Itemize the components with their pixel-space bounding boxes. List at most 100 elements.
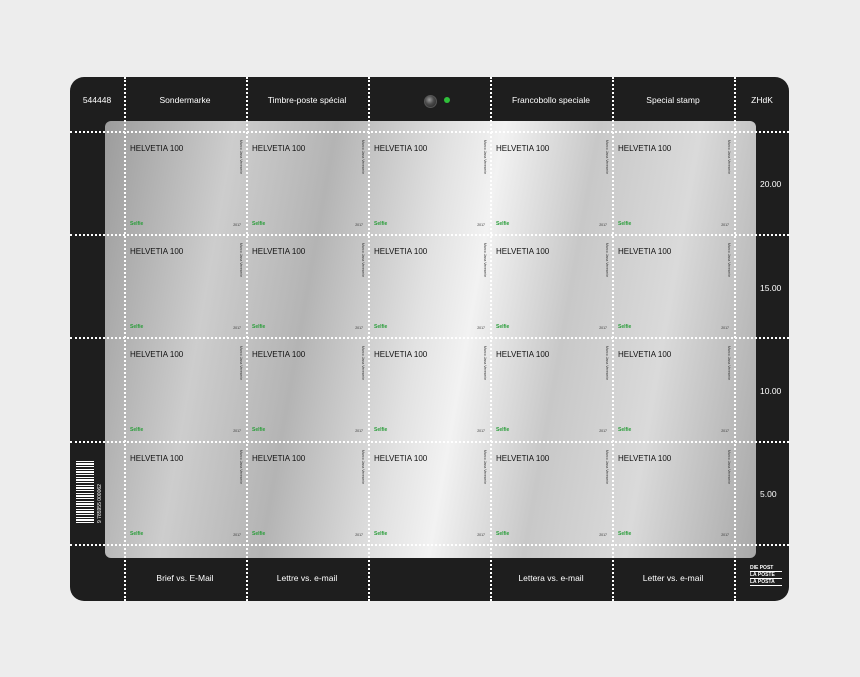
footer-label-it: Lettera vs. e-mail <box>518 573 584 583</box>
stamp-subtitle: Selfie <box>618 531 632 537</box>
stamp: HELVETIA 100 Marco Jana Vereserie Selfie 20… <box>369 442 491 545</box>
stamp-year: 2017 <box>477 429 485 433</box>
price-label: 15.00 <box>760 283 782 293</box>
sheet-number: 544448 <box>82 95 112 105</box>
stamp-title: HELVETIA 100 <box>130 454 184 463</box>
stamp: HELVETIA 100 Marco Jana Vereserie Selfie 20… <box>613 132 735 235</box>
stamp-subtitle: Selfie <box>374 221 388 227</box>
stamp-year: 2017 <box>721 326 729 330</box>
stamp-subtitle: Selfie <box>496 324 510 330</box>
stamp: HELVETIA 100 Marco Jana Vereserie Selfie 20… <box>125 132 247 235</box>
stamp-subtitle: Selfie <box>618 221 632 227</box>
stamp-side-text: Marco Jana Vereserie <box>605 450 609 485</box>
stamp-sheet: 544448 Sondermarke Timbre-poste spécial … <box>70 77 789 601</box>
stamp-title: HELVETIA 100 <box>618 350 672 359</box>
stamp-side-text: Marco Jana Vereserie <box>727 140 731 175</box>
stamp-year: 2017 <box>233 326 241 330</box>
stamp-subtitle: Selfie <box>374 531 388 537</box>
stamp: HELVETIA 100 Marco Jana Vereserie Selfie 20… <box>613 442 735 545</box>
footer-label-fr: Lettre vs. e-mail <box>276 573 338 583</box>
stamp-side-text: Marco Jana Vereserie <box>727 243 731 278</box>
stamp-side-text: Marco Jana Vereserie <box>727 346 731 381</box>
stamp-title: HELVETIA 100 <box>496 350 550 359</box>
stamp-year: 2017 <box>477 326 485 330</box>
stamp: HELVETIA 100 Marco Jana Vereserie Selfie 20… <box>491 235 613 338</box>
stamp-year: 2017 <box>355 326 363 330</box>
price-label: 20.00 <box>760 179 782 189</box>
stamp-title: HELVETIA 100 <box>130 144 184 153</box>
stamp: HELVETIA 100 Marco Jana Vereserie Selfie 20… <box>247 442 369 545</box>
stamp-year: 2017 <box>721 429 729 433</box>
stamp-subtitle: Selfie <box>130 221 144 227</box>
stamp-subtitle: Selfie <box>374 427 388 433</box>
stamp-side-text: Marco Jana Vereserie <box>361 140 365 175</box>
stamp: HELVETIA 100 Marco Jana Vereserie Selfie 20… <box>247 235 369 338</box>
stamp: HELVETIA 100 Marco Jana Vereserie Selfie 20… <box>369 132 491 235</box>
stamp-side-text: Marco Jana Vereserie <box>605 243 609 278</box>
stamp-title: HELVETIA 100 <box>252 144 306 153</box>
stamp-side-text: Marco Jana Vereserie <box>483 140 487 175</box>
header-label-it: Francobollo speciale <box>512 95 590 105</box>
header-label-en: Special stamp <box>646 95 700 105</box>
stamp-side-text: Marco Jana Vereserie <box>483 243 487 278</box>
stamp-year: 2017 <box>721 223 729 227</box>
stamp-title: HELVETIA 100 <box>252 350 306 359</box>
footer-label-en: Letter vs. e-mail <box>642 573 704 583</box>
price-label: 10.00 <box>760 386 782 396</box>
stamp-title: HELVETIA 100 <box>252 454 306 463</box>
stamp-side-text: Marco Jana Vereserie <box>361 450 365 485</box>
stamp-subtitle: Selfie <box>130 427 144 433</box>
post-logo-line: DIE POST <box>750 565 782 572</box>
stamp-year: 2017 <box>355 429 363 433</box>
stamp-year: 2017 <box>721 533 729 537</box>
stamp: HELVETIA 100 Marco Jana Vereserie Selfie 20… <box>613 235 735 338</box>
stamp-year: 2017 <box>355 533 363 537</box>
stamp-side-text: Marco Jana Vereserie <box>727 450 731 485</box>
footer-label-de: Brief vs. E-Mail <box>156 573 214 583</box>
barcode-number: 9 785955 000062 <box>97 484 103 523</box>
camera-icon <box>424 95 437 108</box>
stamp-title: HELVETIA 100 <box>374 350 428 359</box>
stamp-title: HELVETIA 100 <box>496 247 550 256</box>
stamp-title: HELVETIA 100 <box>130 350 184 359</box>
stamp-side-text: Marco Jana Vereserie <box>239 243 243 278</box>
stamp: HELVETIA 100 Marco Jana Vereserie Selfie 20… <box>125 442 247 545</box>
stamp-year: 2017 <box>477 223 485 227</box>
stamp-title: HELVETIA 100 <box>496 454 550 463</box>
stamp: HELVETIA 100 Marco Jana Vereserie Selfie 20… <box>369 338 491 441</box>
stamp-year: 2017 <box>477 533 485 537</box>
stamp-year: 2017 <box>599 223 607 227</box>
swiss-post-logo-icon: DIE POST LA POSTE LA POSTA <box>750 565 782 586</box>
stamp-side-text: Marco Jana Vereserie <box>361 243 365 278</box>
stamp-subtitle: Selfie <box>496 427 510 433</box>
post-logo-line: LA POSTE <box>750 572 782 579</box>
stamp-subtitle: Selfie <box>374 324 388 330</box>
stamp: HELVETIA 100 Marco Jana Vereserie Selfie 20… <box>247 132 369 235</box>
stamp-subtitle: Selfie <box>618 324 632 330</box>
stamp-title: HELVETIA 100 <box>374 144 428 153</box>
stamp-subtitle: Selfie <box>496 221 510 227</box>
stamp: HELVETIA 100 Marco Jana Vereserie Selfie 20… <box>491 132 613 235</box>
stamp-year: 2017 <box>233 533 241 537</box>
stamp-subtitle: Selfie <box>130 324 144 330</box>
stamp-side-text: Marco Jana Vereserie <box>483 450 487 485</box>
header-label-fr: Timbre-poste spécial <box>267 95 347 105</box>
stamp-subtitle: Selfie <box>618 427 632 433</box>
stamp-subtitle: Selfie <box>252 531 266 537</box>
stamp: HELVETIA 100 Marco Jana Vereserie Selfie 20… <box>125 338 247 441</box>
header-brand: ZHdK <box>751 95 773 105</box>
stamp-title: HELVETIA 100 <box>252 247 306 256</box>
stamp: HELVETIA 100 Marco Jana Vereserie Selfie 20… <box>491 338 613 441</box>
stamp-title: HELVETIA 100 <box>618 454 672 463</box>
stamp-side-text: Marco Jana Vereserie <box>361 346 365 381</box>
barcode-icon <box>76 461 94 523</box>
stamp-year: 2017 <box>599 429 607 433</box>
stamp-side-text: Marco Jana Vereserie <box>239 450 243 485</box>
stamp: HELVETIA 100 Marco Jana Vereserie Selfie 20… <box>491 442 613 545</box>
stamp-side-text: Marco Jana Vereserie <box>239 346 243 381</box>
post-logo-line: LA POSTA <box>750 579 782 586</box>
stamp-side-text: Marco Jana Vereserie <box>239 140 243 175</box>
stamp: HELVETIA 100 Marco Jana Vereserie Selfie 20… <box>613 338 735 441</box>
stamp-year: 2017 <box>599 533 607 537</box>
led-indicator-icon <box>444 97 450 103</box>
